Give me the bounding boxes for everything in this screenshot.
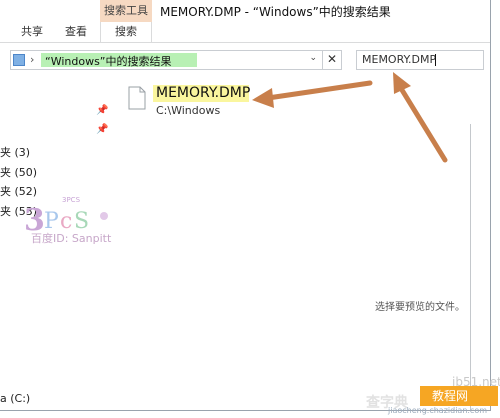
explorer-window: 搜索工具 MEMORY.DMP - “Windows”中的搜索结果 共享 查看 … [0, 0, 491, 411]
arrow-to-file [265, 80, 373, 101]
arrow-head-to-file [252, 88, 274, 108]
arrow-to-search [399, 87, 448, 163]
watermark-badge-text: 教程网 [432, 389, 469, 403]
annotation-arrows [252, 72, 448, 163]
watermark-subtext: jiaocheng.chazidian.com [388, 406, 488, 415]
